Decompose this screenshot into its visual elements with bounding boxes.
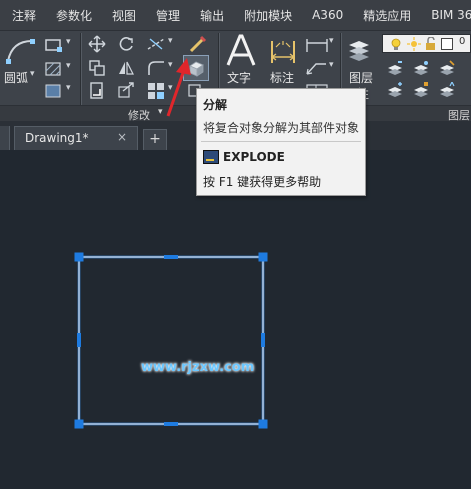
layer-tool-icon[interactable] (412, 82, 430, 98)
leader-dropdown-icon[interactable]: ▾ (329, 60, 334, 70)
layer-tool-icon[interactable] (438, 60, 456, 76)
tab-output[interactable]: 输出 (190, 7, 234, 24)
tab-bim360[interactable]: BIM 36 (421, 8, 471, 22)
explode-tooltip: 分解 将复合对象分解为其部件对象 EXPLODE 按 F1 键获得更多帮助 (196, 88, 366, 196)
layer-tool-icon[interactable] (386, 82, 404, 98)
selected-rectangle[interactable] (77, 255, 265, 426)
tab-view[interactable]: 视图 (102, 7, 146, 24)
rotate-icon[interactable] (117, 35, 135, 53)
layer-dropdown[interactable]: 0 (382, 34, 471, 53)
text-icon[interactable] (224, 33, 258, 69)
lightbulb-icon (391, 38, 401, 50)
tab-a360[interactable]: A360 (302, 8, 353, 22)
tab-parametric[interactable]: 参数化 (46, 7, 102, 24)
scale-icon[interactable] (117, 81, 135, 101)
layer-properties-icon[interactable] (345, 35, 373, 67)
autocad-window: 注释 参数化 视图 管理 输出 附加模块 A360 精选应用 BIM 36 圆弧… (0, 0, 471, 489)
hatch-icon[interactable] (44, 61, 64, 77)
grip-midpoint[interactable] (261, 333, 265, 347)
grip-midpoint[interactable] (164, 422, 178, 426)
leader-icon[interactable] (304, 59, 330, 77)
linear-dimension-icon[interactable] (304, 35, 330, 55)
move-icon[interactable] (88, 35, 106, 53)
tooltip-description: 将复合对象分解为其部件对象 (203, 121, 360, 135)
tooltip-command: EXPLODE (223, 150, 285, 164)
mirror-icon[interactable] (117, 59, 135, 77)
tooltip-separator (201, 141, 361, 142)
close-icon[interactable]: × (117, 130, 127, 144)
gradient-dropdown-icon[interactable]: ▾ (66, 83, 71, 93)
tab-featured-apps[interactable]: 精选应用 (353, 7, 421, 24)
trim-dropdown-icon[interactable]: ▾ (168, 36, 173, 46)
arc-dropdown-icon[interactable]: ▾ (30, 69, 35, 79)
layer-tool-icon[interactable] (412, 60, 430, 76)
tab-drawing1[interactable]: Drawing1* × (14, 126, 138, 150)
grip-corner[interactable] (74, 252, 84, 262)
grip-midpoint[interactable] (77, 333, 81, 347)
stretch-icon[interactable] (88, 81, 106, 101)
linear-dimension-dropdown-icon[interactable]: ▾ (329, 36, 334, 46)
tab-annotate[interactable]: 注释 (0, 7, 46, 24)
layer-tool-icon[interactable] (386, 60, 404, 76)
layer-tool-icon[interactable] (438, 82, 456, 98)
text-label[interactable]: 文字 (227, 69, 251, 86)
rectangle-dropdown-icon[interactable]: ▾ (66, 37, 71, 47)
dimension-label[interactable]: 标注 (270, 69, 294, 86)
ribbon-tab-bar: 注释 参数化 视图 管理 输出 附加模块 A360 精选应用 BIM 36 (0, 0, 471, 30)
gradient-icon[interactable] (44, 83, 64, 99)
layer-dropdown-arrow-icon: 0 (459, 36, 466, 47)
drawing-canvas[interactable]: www.rjzxw.com (0, 150, 471, 489)
new-tab-button[interactable]: + (143, 129, 167, 150)
arc-icon[interactable] (4, 35, 36, 67)
drawing-svg (74, 252, 268, 429)
tooltip-help: 按 F1 键获得更多帮助 (203, 175, 322, 189)
dimension-icon[interactable] (266, 37, 300, 67)
arc-label[interactable]: 圆弧 (4, 69, 28, 86)
hatch-dropdown-icon[interactable]: ▾ (66, 61, 71, 71)
tab-addins[interactable]: 附加模块 (234, 7, 302, 24)
grip-corner[interactable] (258, 252, 268, 262)
tab-manage[interactable]: 管理 (146, 7, 190, 24)
rectangle-icon[interactable] (44, 37, 64, 53)
tab-drawing1-label: Drawing1* (25, 131, 89, 145)
unlock-icon (426, 37, 435, 50)
red-arrow-annotation (166, 58, 191, 117)
sun-icon (407, 37, 421, 51)
tooltip-title: 分解 (203, 98, 228, 112)
grip-corner[interactable] (74, 419, 84, 429)
command-line-icon (203, 150, 219, 164)
layer-properties-label[interactable]: 图层 (349, 69, 373, 86)
watermark-text: www.rjzxw.com (141, 360, 255, 375)
copy-icon[interactable] (88, 59, 106, 77)
grip-midpoint[interactable] (164, 255, 178, 259)
start-tab[interactable] (0, 126, 10, 150)
color-swatch-icon (441, 38, 453, 50)
grip-corner[interactable] (258, 419, 268, 429)
